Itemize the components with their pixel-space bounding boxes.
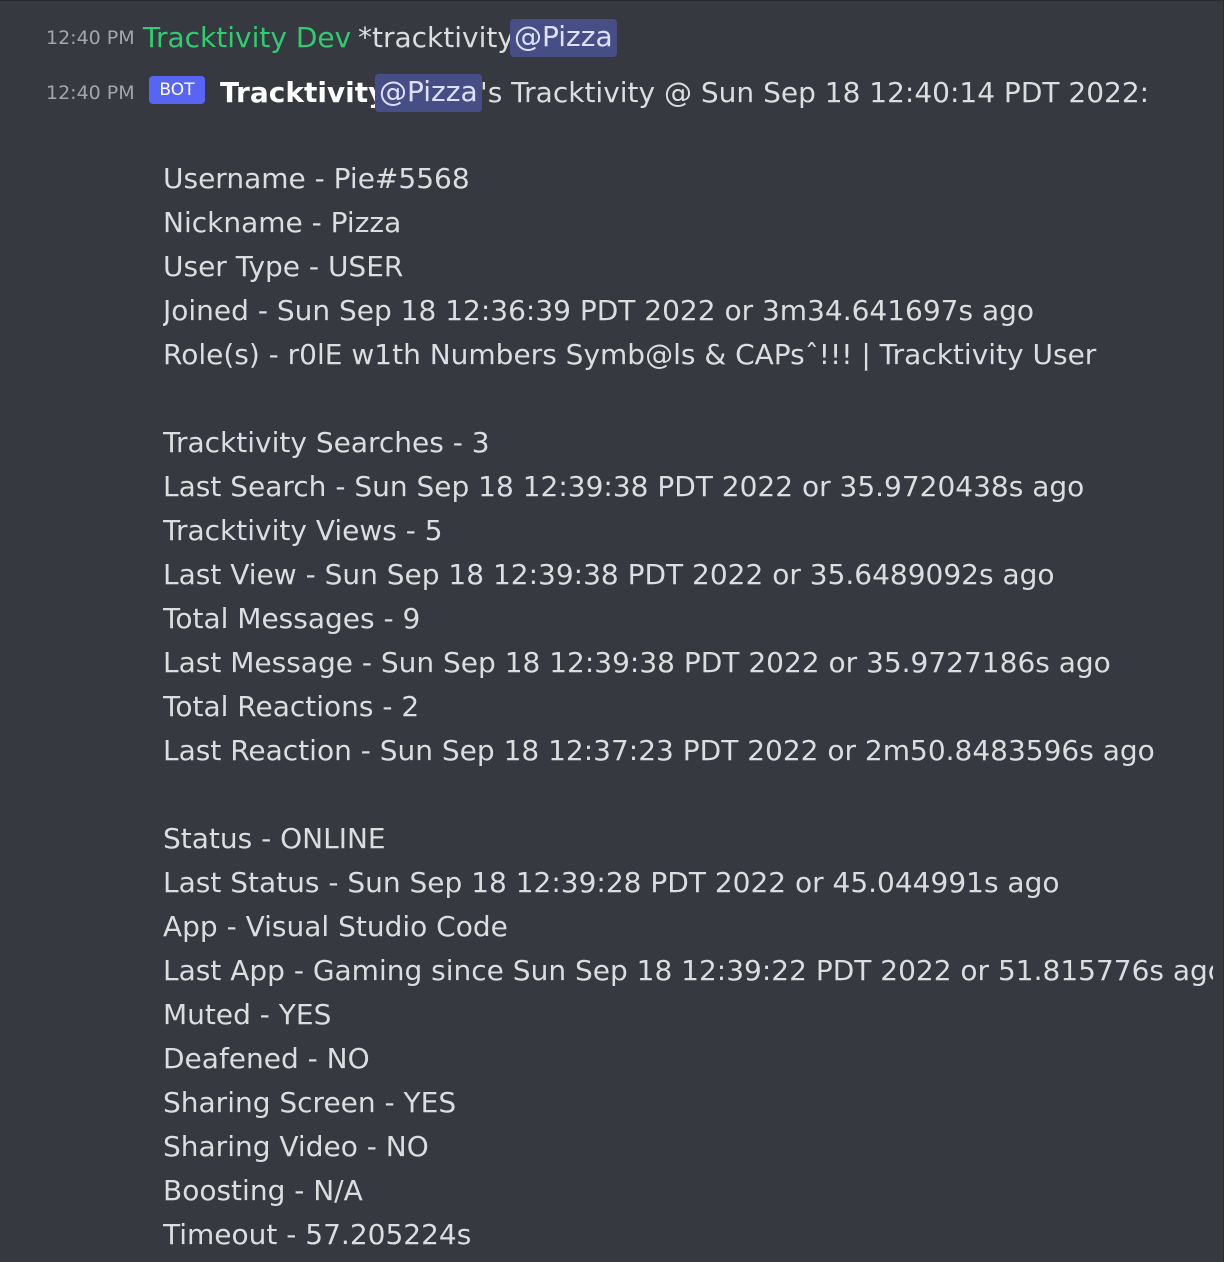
report-line-app: App - Visual Studio Code — [163, 910, 508, 943]
report-line-total-messages: Total Messages - 9 — [163, 602, 421, 635]
user-mention[interactable]: @Pizza — [510, 19, 617, 57]
user-mention[interactable]: @Pizza — [375, 74, 482, 112]
message-timestamp: 12:40 PM — [46, 82, 135, 104]
report-line-last-status: Last Status - Sun Sep 18 12:39:28 PDT 20… — [163, 866, 1060, 899]
report-line-timeout: Timeout - 57.205224s — [163, 1218, 472, 1251]
report-line-status: Status - ONLINE — [163, 822, 386, 855]
author-name[interactable]: Tracktivity Dev — [143, 18, 351, 58]
report-line-last-search: Last Search - Sun Sep 18 12:39:38 PDT 20… — [163, 470, 1085, 503]
report-line-views: Tracktivity Views - 5 — [163, 514, 443, 547]
report-line-muted: Muted - YES — [163, 998, 332, 1031]
command-text: *tracktivity — [358, 21, 514, 54]
report-line-sharing-video: Sharing Video - NO — [163, 1130, 429, 1163]
report-line-last-view: Last View - Sun Sep 18 12:39:38 PDT 2022… — [163, 558, 1055, 591]
bot-author-name[interactable]: Tracktivity — [220, 71, 386, 115]
report-line-last-message: Last Message - Sun Sep 18 12:39:38 PDT 2… — [163, 646, 1111, 679]
message-timestamp: 12:40 PM — [46, 27, 135, 49]
report-line-last-reaction: Last Reaction - Sun Sep 18 12:37:23 PDT … — [163, 734, 1155, 767]
report-header-text: 's Tracktivity @ Sun Sep 18 12:40:14 PDT… — [480, 76, 1150, 109]
report-line-nickname: Nickname - Pizza — [163, 206, 402, 239]
report-line-sharing-screen: Sharing Screen - YES — [163, 1086, 457, 1119]
report-line-last-app: Last App - Gaming since Sun Sep 18 12:39… — [163, 954, 1213, 987]
report-line-username: Username - Pie#5568 — [163, 162, 470, 195]
report-line-joined: Joined - Sun Sep 18 12:36:39 PDT 2022 or… — [163, 294, 1035, 327]
window-top-border — [0, 0, 1224, 1]
report-line-deafened: Deafened - NO — [163, 1042, 370, 1075]
report-line-searches: Tracktivity Searches - 3 — [163, 426, 490, 459]
bot-badge: BOT — [149, 76, 205, 104]
report-line-user-type: User Type - USER — [163, 250, 404, 283]
report-line-boosting: Boosting - N/A — [163, 1174, 363, 1207]
report-line-roles: Role(s) - r0lE w1th Numbers Symb@ls & CA… — [163, 338, 1097, 371]
tracktivity-report: Username - Pie#5568 Nickname - Pizza Use… — [163, 157, 1213, 1257]
report-line-total-reactions: Total Reactions - 2 — [163, 690, 420, 723]
